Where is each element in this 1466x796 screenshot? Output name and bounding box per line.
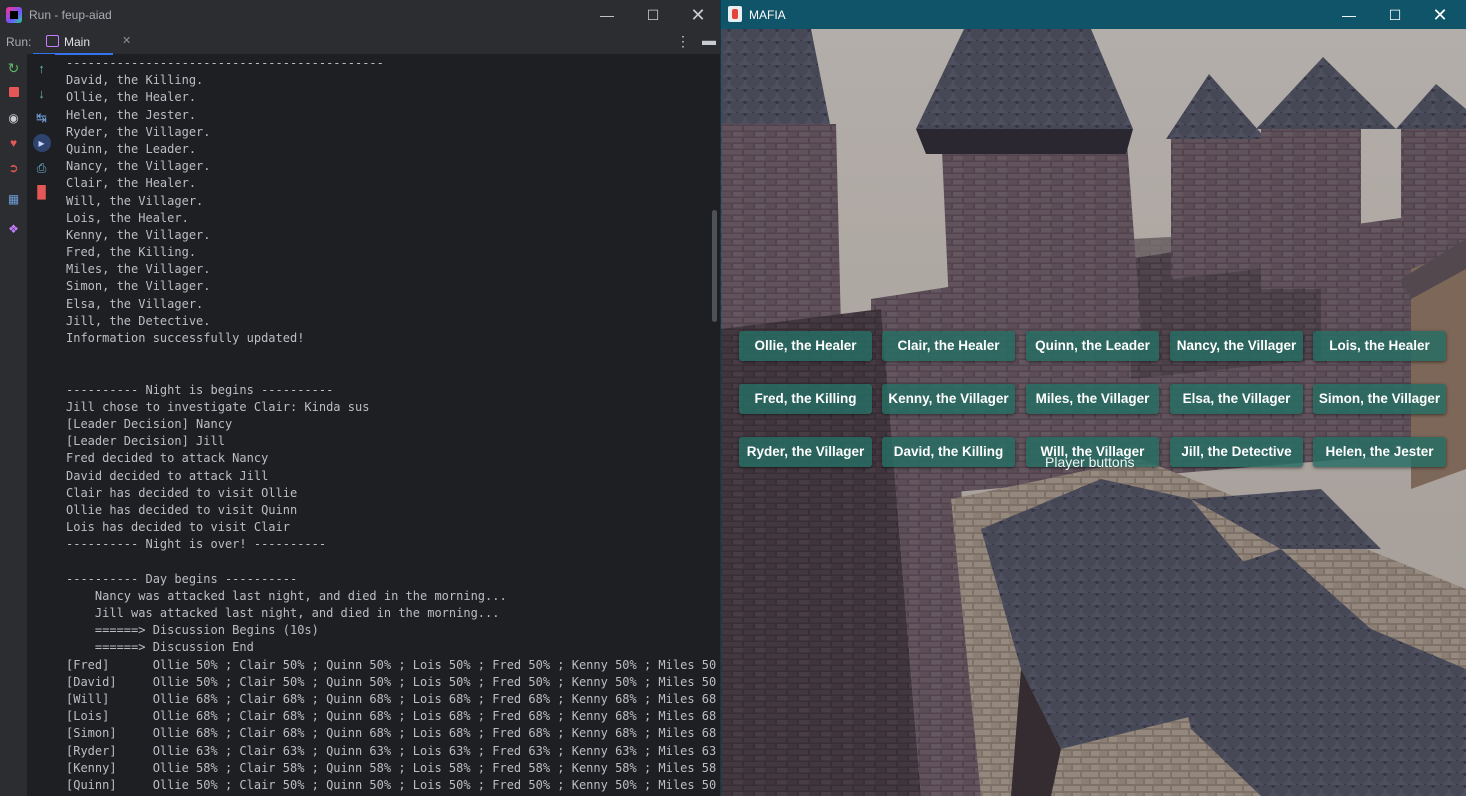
minimize-icon[interactable]: — xyxy=(1329,4,1369,26)
player-button-miles[interactable]: Miles, the Villager xyxy=(1026,384,1159,414)
console-line: Ryder, the Villager. xyxy=(66,124,211,139)
console-line: Kenny, the Villager. xyxy=(66,227,211,242)
console-line: [Fred] Ollie 50% ; Clair 50% ; Quinn 50%… xyxy=(66,657,716,672)
player-button-fred[interactable]: Fred, the Killing xyxy=(739,384,872,414)
run-label: Run: xyxy=(6,35,32,49)
close-icon[interactable]: ✕ xyxy=(1420,4,1460,26)
console-line: Will, the Villager. xyxy=(66,193,204,208)
console-line: ---------- Night is begins ---------- xyxy=(66,382,334,397)
console-line: [Quinn] Ollie 50% ; Clair 50% ; Quinn 50… xyxy=(66,777,716,792)
player-buttons-label: Player buttons xyxy=(1045,454,1135,470)
player-button-kenny[interactable]: Kenny, the Villager xyxy=(882,384,1015,414)
console-line: Fred decided to attack Nancy xyxy=(66,451,269,466)
console-line: [Lois] Ollie 68% ; Clair 68% ; Quinn 68%… xyxy=(66,709,716,724)
console-line: ======> Discussion Begins (10s) xyxy=(66,623,319,638)
console-line: [David] Ollie 50% ; Clair 50% ; Quinn 50… xyxy=(66,674,716,689)
console-line: Clair has decided to visit Ollie xyxy=(66,485,298,500)
console-actions-gutter: ↑ ↓ ↹ ▸ ⎙ █ xyxy=(28,54,55,796)
console-line: Nancy, the Villager. xyxy=(66,159,211,174)
delete-icon[interactable]: █ xyxy=(28,185,55,199)
console-line: David, the Killing. xyxy=(66,73,204,88)
console-line: Fred, the Killing. xyxy=(66,245,197,260)
close-icon[interactable]: ✕ xyxy=(678,4,718,26)
down-arrow-icon[interactable]: ↓ xyxy=(28,87,55,101)
player-button-elsa[interactable]: Elsa, the Villager xyxy=(1170,384,1303,414)
console-line: Jill, the Detective. xyxy=(66,313,211,328)
exit-icon[interactable]: ➲ xyxy=(0,161,27,175)
soft-wrap-icon[interactable]: ↹ xyxy=(28,111,55,125)
console-line: Jill was attacked last night, and died i… xyxy=(66,606,500,620)
maximize-icon[interactable]: ☐ xyxy=(633,4,673,26)
mafia-title-bar: MAFIA — ☐ ✕ xyxy=(721,0,1466,29)
console-line: Lois has decided to visit Clair xyxy=(66,520,290,535)
console-line: ---------- Day begins ---------- xyxy=(66,571,298,586)
player-buttons-panel: Ollie, the Healer Clair, the Healer Quinn,… xyxy=(721,29,1466,796)
more-options-icon[interactable]: ⋮ xyxy=(676,33,690,50)
debug-icon[interactable]: ♥ xyxy=(0,136,27,150)
tab-main-label: Main xyxy=(64,35,91,49)
player-button-lois[interactable]: Lois, the Healer xyxy=(1313,331,1446,361)
console-line: [Kenny] Ollie 58% ; Clair 58% ; Quinn 58… xyxy=(66,760,716,775)
player-button-clair[interactable]: Clair, the Healer xyxy=(882,331,1015,361)
up-arrow-icon[interactable]: ↑ xyxy=(28,62,55,76)
mafia-window: MAFIA — ☐ ✕ Ollie, the Healer Clair, the… xyxy=(721,0,1466,796)
java-app-icon xyxy=(728,6,742,22)
console-line: ======> Discussion End xyxy=(66,640,254,655)
console-line: ---------- Night is over! ---------- xyxy=(66,537,327,552)
console-line: [Will] Ollie 68% ; Clair 68% ; Quinn 68%… xyxy=(66,691,716,706)
print-icon[interactable]: ⎙ xyxy=(28,161,55,175)
console-line: Ollie has decided to visit Quinn xyxy=(66,502,298,517)
minimize-icon[interactable]: — xyxy=(587,4,627,26)
player-button-david[interactable]: David, the Killing xyxy=(882,437,1015,467)
console-line: Jill chose to investigate Clair: Kinda s… xyxy=(66,399,370,414)
player-button-jill[interactable]: Jill, the Detective xyxy=(1170,437,1303,467)
console-line: [Leader Decision] Jill xyxy=(66,434,225,449)
ide-title-bar: Run - feup-aiad — ☐ ✕ xyxy=(0,0,720,29)
console-line: Quinn, the Leader. xyxy=(66,141,197,156)
ide-run-window: Run - feup-aiad — ☐ ✕ Run: Main ✕ ⋮ ▬ ↻ … xyxy=(0,0,720,796)
player-button-ryder[interactable]: Ryder, the Villager xyxy=(739,437,872,467)
console-line: Miles, the Villager. xyxy=(66,262,211,277)
player-button-simon[interactable]: Simon, the Villager xyxy=(1313,384,1446,414)
pin-icon[interactable]: ❖ xyxy=(0,222,27,236)
rerun-icon[interactable]: ↻ xyxy=(0,61,27,75)
console-line: Information successfully updated! xyxy=(66,331,305,345)
player-button-quinn[interactable]: Quinn, the Leader xyxy=(1026,331,1159,361)
camera-icon[interactable]: ◉ xyxy=(0,111,27,125)
application-config-icon xyxy=(46,35,59,47)
console-line: [Leader Decision] Nancy xyxy=(66,416,233,431)
console-line: [Simon] Ollie 68% ; Clair 68% ; Quinn 68… xyxy=(66,726,716,741)
run-actions-gutter: ↻ ◉ ♥ ➲ ▦ ❖ xyxy=(0,54,28,796)
console-line: David decided to attack Jill xyxy=(66,468,269,483)
player-button-nancy[interactable]: Nancy, the Villager xyxy=(1170,331,1303,361)
tab-main[interactable]: Main ✕ xyxy=(33,29,131,55)
hide-panel-icon[interactable]: ▬ xyxy=(702,32,716,48)
scroll-to-end-icon[interactable]: ▸ xyxy=(28,134,55,152)
console-output: ----------------------------------------… xyxy=(66,55,716,796)
console-line: [Ryder] Ollie 63% ; Clair 63% ; Quinn 63… xyxy=(66,743,716,758)
intellij-logo-icon xyxy=(6,7,22,23)
console-line: Elsa, the Villager. xyxy=(66,296,204,311)
layout-icon[interactable]: ▦ xyxy=(0,192,27,206)
player-button-helen[interactable]: Helen, the Jester xyxy=(1313,437,1446,467)
console-line: ----------------------------------------… xyxy=(66,56,384,70)
run-toolbar: Run: Main ✕ ⋮ ▬ xyxy=(0,29,720,55)
mafia-window-title: MAFIA xyxy=(749,8,786,22)
console-line: Lois, the Healer. xyxy=(66,210,189,225)
console-line: Helen, the Jester. xyxy=(66,107,197,122)
console-scrollbar[interactable] xyxy=(712,210,717,322)
maximize-icon[interactable]: ☐ xyxy=(1375,4,1415,26)
tab-close-icon[interactable]: ✕ xyxy=(122,34,131,47)
ide-window-title: Run - feup-aiad xyxy=(29,8,112,22)
stop-icon[interactable] xyxy=(0,86,27,100)
player-button-ollie[interactable]: Ollie, the Healer xyxy=(739,331,872,361)
console-line: Simon, the Villager. xyxy=(66,279,211,294)
console-line: Ollie, the Healer. xyxy=(66,90,197,105)
console-line: Clair, the Healer. xyxy=(66,176,197,191)
console-line: Nancy was attacked last night, and died … xyxy=(66,588,507,603)
